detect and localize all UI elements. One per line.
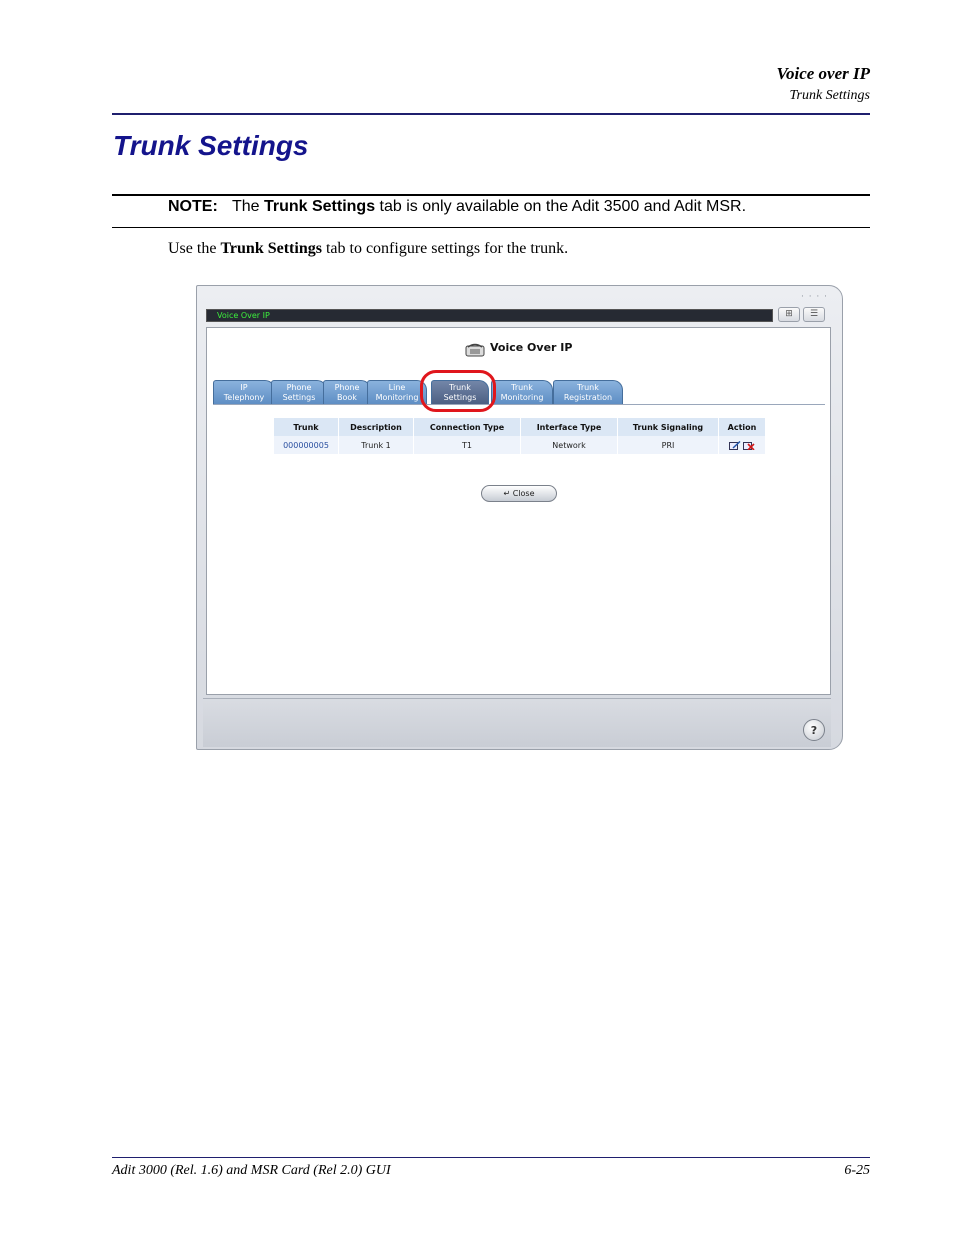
tab-bar: IP Telephony Phone Settings Phone Book L… <box>213 380 825 405</box>
cell-description: Trunk 1 <box>338 436 414 454</box>
page-title: Trunk Settings <box>113 130 309 161</box>
note-rule-top <box>112 194 870 196</box>
table-row: 000000005 Trunk 1 T1 Network PRI <box>274 436 766 454</box>
window-grip-icon: · · · · <box>800 292 828 302</box>
running-header-subsection: Trunk Settings <box>789 88 870 103</box>
note-text-bold: Trunk Settings <box>263 198 376 215</box>
note-text-pre: The <box>231 198 260 215</box>
body-paragraph: Use the Trunk Settings tab to configure … <box>168 240 568 258</box>
tab-label-line2: Telephony <box>223 393 265 402</box>
col-header-connection-type: Connection Type <box>413 418 521 436</box>
tab-ip-telephony[interactable]: IP Telephony <box>213 380 275 404</box>
col-header-description: Description <box>338 418 414 436</box>
table-header-row: Trunk Description Connection Type Interf… <box>274 418 766 436</box>
close-button[interactable]: ↵ Close <box>481 485 557 502</box>
delete-icon[interactable] <box>743 441 755 450</box>
sitemap-icon[interactable]: ⊞ <box>778 307 800 322</box>
col-header-trunk: Trunk <box>274 418 339 436</box>
tab-label-line2: Monitoring <box>375 393 419 402</box>
edit-icon[interactable] <box>729 440 741 450</box>
window-title-bar: Voice Over IP <box>206 309 773 322</box>
tab-label-line1: Trunk <box>511 383 533 392</box>
tab-label-line2: Settings <box>282 393 316 402</box>
cell-trunk[interactable]: 000000005 <box>274 436 339 454</box>
return-arrow-icon: ↵ <box>503 489 511 498</box>
window-title: Voice Over IP <box>217 311 270 320</box>
cell-interface-type: Network <box>520 436 618 454</box>
col-header-action: Action <box>718 418 766 436</box>
note-box: NOTE: The Trunk Settings tab is only ava… <box>168 198 746 216</box>
note-rule-bottom <box>112 227 870 228</box>
body-text-pre: Use the <box>168 240 217 257</box>
trunk-table: Trunk Description Connection Type Interf… <box>274 418 766 454</box>
voip-heading: Voice Over IP <box>490 341 573 354</box>
status-bar: ? <box>203 698 831 747</box>
tab-label-line1: IP <box>240 383 248 392</box>
cell-action <box>718 436 766 454</box>
help-icon[interactable]: ? <box>803 719 825 741</box>
tab-label-line2: Monitoring <box>500 393 544 402</box>
tab-label-line1: Line <box>388 383 406 392</box>
body-text-bold: Trunk Settings <box>220 240 322 257</box>
highlight-callout <box>420 370 496 412</box>
footer-left: Adit 3000 (Rel. 1.6) and MSR Card (Rel 2… <box>112 1163 391 1178</box>
tab-label-line1: Phone <box>334 383 360 392</box>
cell-trunk-signaling: PRI <box>617 436 719 454</box>
note-label: NOTE: <box>168 198 218 215</box>
close-button-label: Close <box>512 489 535 498</box>
phone-icon <box>465 343 485 357</box>
screenshot-window: · · · · Voice Over IP ⊞ ☰ Voice Over IP … <box>196 285 843 750</box>
tab-label-line1: Phone <box>286 383 312 392</box>
tab-label-line1: Trunk <box>577 383 599 392</box>
menu-icon[interactable]: ☰ <box>803 307 825 322</box>
footer-rule <box>112 1157 870 1158</box>
running-header-section: Voice over IP <box>776 64 870 83</box>
col-header-interface-type: Interface Type <box>520 418 618 436</box>
content-panel: Voice Over IP IP Telephony Phone Setting… <box>206 327 831 695</box>
tab-label-line2: Registration <box>563 393 613 402</box>
tab-trunk-monitoring[interactable]: Trunk Monitoring <box>491 380 553 404</box>
col-header-trunk-signaling: Trunk Signaling <box>617 418 719 436</box>
tab-phone-book[interactable]: Phone Book <box>323 380 371 404</box>
note-text-post: tab is only available on the Adit 3500 a… <box>379 198 747 215</box>
cell-connection-type: T1 <box>413 436 521 454</box>
tab-line-monitoring[interactable]: Line Monitoring <box>367 380 427 404</box>
tab-label-line2: Book <box>337 393 357 402</box>
body-text-post: tab to configure settings for the trunk. <box>325 240 569 257</box>
page-number: 6-25 <box>844 1163 870 1178</box>
tab-trunk-registration[interactable]: Trunk Registration <box>553 380 623 404</box>
header-rule <box>112 113 870 115</box>
tab-phone-settings[interactable]: Phone Settings <box>271 380 327 404</box>
